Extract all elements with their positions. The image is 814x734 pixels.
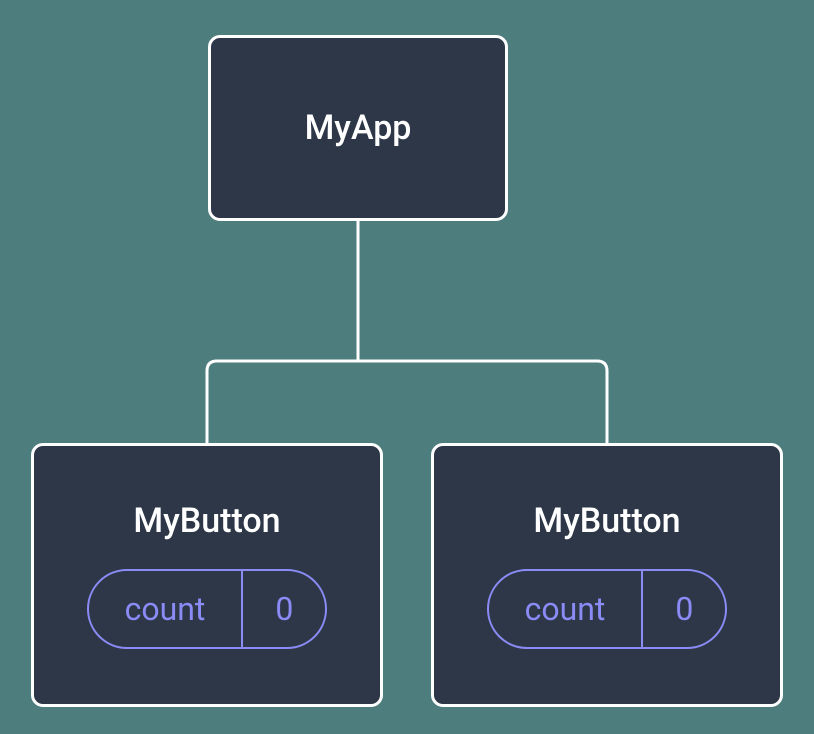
node-myapp: MyApp xyxy=(208,35,508,221)
tree-connector xyxy=(0,221,814,443)
node-myapp-label: MyApp xyxy=(305,108,412,148)
state-name-right: count xyxy=(489,571,644,647)
state-name-left: count xyxy=(89,571,244,647)
state-value-left: 0 xyxy=(243,571,325,647)
state-pill-right: count 0 xyxy=(487,569,728,649)
node-mybutton-left: MyButton count 0 xyxy=(31,443,383,707)
state-pill-left: count 0 xyxy=(87,569,328,649)
node-mybutton-right: MyButton count 0 xyxy=(431,443,783,707)
node-mybutton-right-label: MyButton xyxy=(533,501,680,541)
node-mybutton-left-label: MyButton xyxy=(133,501,280,541)
state-value-right: 0 xyxy=(643,571,725,647)
